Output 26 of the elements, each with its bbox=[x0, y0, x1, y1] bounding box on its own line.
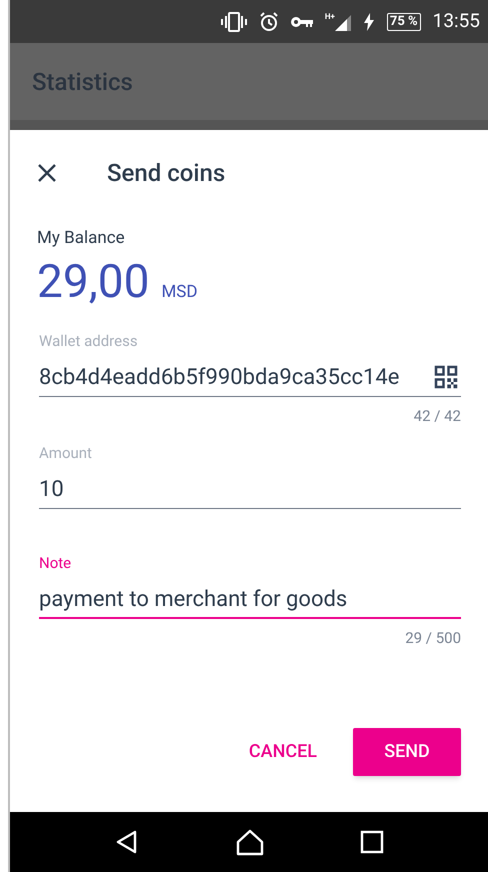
balance-amount: 29,00 bbox=[37, 254, 150, 310]
input-field[interactable]: 8cb4d4eadd6b5f990bda9ca35cc14e bbox=[39, 358, 461, 396]
vibrate-icon bbox=[220, 12, 247, 32]
cancel-button[interactable]: CANCEL bbox=[236, 728, 329, 776]
character-counter: 42 / 42 bbox=[414, 406, 461, 426]
network-type: H+ bbox=[324, 12, 335, 20]
input-field[interactable]: 10 bbox=[39, 471, 461, 509]
field-label: Amount bbox=[39, 443, 93, 463]
alarm-clock-icon bbox=[258, 12, 279, 32]
input-field[interactable]: payment to merchant for goods bbox=[39, 581, 461, 619]
clock: 13:55 bbox=[432, 8, 480, 34]
send-button[interactable]: SEND bbox=[353, 728, 461, 776]
app-title: Statistics bbox=[32, 66, 133, 98]
charging-icon bbox=[362, 12, 375, 30]
field-label: Wallet address bbox=[39, 330, 139, 350]
balance-label: My Balance bbox=[37, 227, 126, 250]
dialog-title: Send coins bbox=[107, 158, 226, 189]
key-icon bbox=[290, 16, 313, 28]
character-counter: 29 / 500 bbox=[405, 628, 461, 649]
home-icon[interactable] bbox=[236, 828, 264, 856]
recents-icon[interactable] bbox=[360, 830, 384, 854]
battery-indicator: 75 % bbox=[386, 12, 421, 30]
field-label: Note bbox=[39, 553, 72, 573]
currency: MSD bbox=[161, 280, 198, 304]
close-icon[interactable] bbox=[37, 163, 57, 183]
signal-icon bbox=[334, 12, 351, 30]
